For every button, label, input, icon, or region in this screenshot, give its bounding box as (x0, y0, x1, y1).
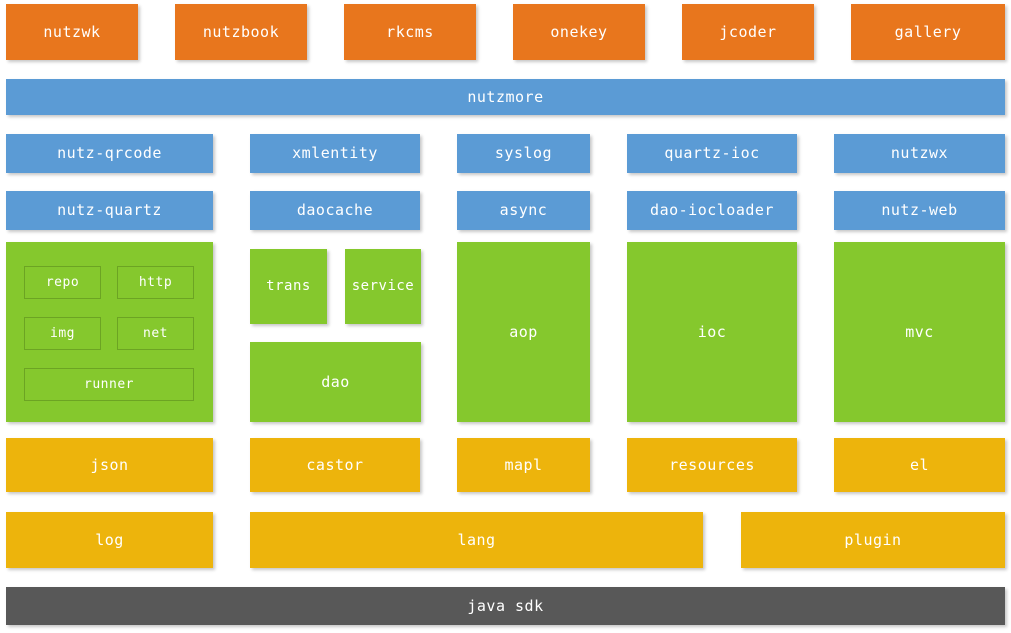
core-subbox-http: http (117, 266, 194, 299)
aggregate-bar-nutzmore: nutzmore (6, 79, 1005, 115)
core-box-ioc: ioc (627, 242, 797, 422)
app-box-nutzbook: nutzbook (175, 4, 307, 60)
core-box-service: service (345, 249, 421, 324)
core-subbox-runner: runner (24, 368, 194, 401)
module-box-nutz-web: nutz-web (834, 191, 1005, 230)
utility-box-log: log (6, 512, 213, 568)
utility-box-resources: resources (627, 438, 797, 492)
utility-box-castor: castor (250, 438, 420, 492)
architecture-diagram: nutzwk nutzbook rkcms onekey jcoder gall… (0, 0, 1011, 633)
module-box-syslog: syslog (457, 134, 590, 173)
core-box-dao: dao (250, 342, 421, 422)
app-box-gallery: gallery (851, 4, 1005, 60)
core-subbox-img: img (24, 317, 101, 350)
core-box-aop: aop (457, 242, 590, 422)
module-box-daocache: daocache (250, 191, 420, 230)
module-box-nutzwx: nutzwx (834, 134, 1005, 173)
platform-bar-java-sdk: java sdk (6, 587, 1005, 625)
core-subbox-net: net (117, 317, 194, 350)
module-box-async: async (457, 191, 590, 230)
utility-box-json: json (6, 438, 213, 492)
core-subbox-repo: repo (24, 266, 101, 299)
utility-box-plugin: plugin (741, 512, 1005, 568)
utility-box-mapl: mapl (457, 438, 590, 492)
core-box-trans: trans (250, 249, 327, 324)
app-box-nutzwk: nutzwk (6, 4, 138, 60)
utility-box-el: el (834, 438, 1005, 492)
app-box-rkcms: rkcms (344, 4, 476, 60)
module-box-nutz-qrcode: nutz-qrcode (6, 134, 213, 173)
app-box-onekey: onekey (513, 4, 645, 60)
app-box-jcoder: jcoder (682, 4, 814, 60)
module-box-quartz-ioc: quartz-ioc (627, 134, 797, 173)
module-box-dao-iocloader: dao-iocloader (627, 191, 797, 230)
core-box-mvc: mvc (834, 242, 1005, 422)
module-box-xmlentity: xmlentity (250, 134, 420, 173)
utility-box-lang: lang (250, 512, 703, 568)
core-panel-integration: repo http img net runner (6, 242, 213, 422)
module-box-nutz-quartz: nutz-quartz (6, 191, 213, 230)
